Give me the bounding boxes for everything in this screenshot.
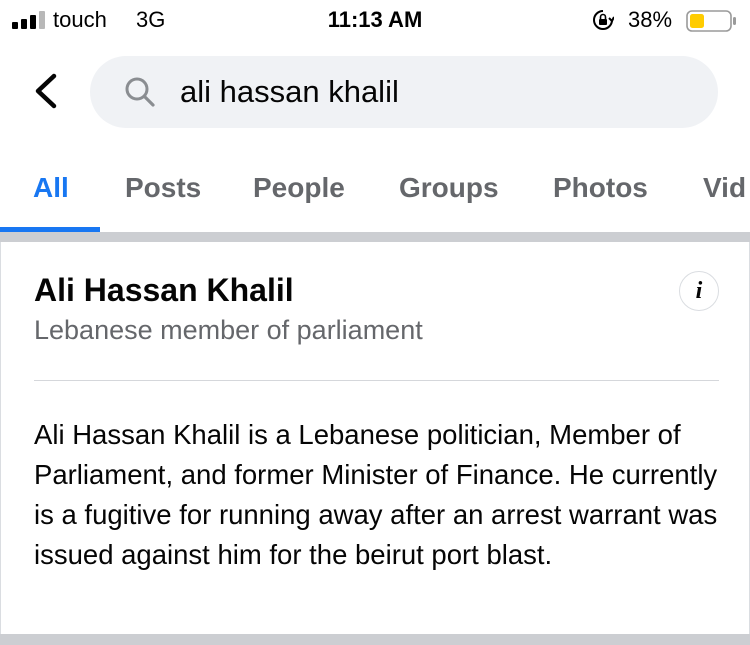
chevron-left-icon (35, 73, 57, 109)
tab-people[interactable]: People (253, 172, 345, 204)
entity-name[interactable]: Ali Hassan Khalil (34, 272, 294, 309)
battery-percentage: 38% (628, 7, 673, 32)
search-filter-tabs: All Posts People Groups Photos Vid (0, 158, 750, 232)
search-icon (125, 77, 155, 107)
back-button[interactable] (28, 70, 64, 112)
search-bar[interactable] (90, 56, 718, 128)
entity-description: Ali Hassan Khalil is a Lebanese politici… (34, 419, 718, 570)
info-icon: i (695, 278, 703, 304)
info-button[interactable]: i (679, 271, 719, 311)
tab-groups[interactable]: Groups (399, 172, 499, 204)
tab-photos[interactable]: Photos (553, 172, 648, 204)
rotation-lock-icon (593, 10, 614, 30)
tab-all[interactable]: All (33, 172, 69, 204)
tab-posts[interactable]: Posts (125, 172, 201, 204)
entity-subtitle: Lebanese member of parliament (34, 315, 423, 345)
search-input[interactable] (180, 70, 700, 114)
tab-videos[interactable]: Vid (703, 172, 746, 204)
entity-result-card[interactable]: Ali Hassan Khalil Lebanese member of par… (0, 242, 750, 634)
section-divider-bottom (0, 634, 750, 645)
battery-icon (686, 10, 736, 32)
status-bar: touch 3G 11:13 AM 38% (0, 0, 750, 40)
card-divider (34, 380, 719, 381)
section-divider (0, 232, 750, 242)
